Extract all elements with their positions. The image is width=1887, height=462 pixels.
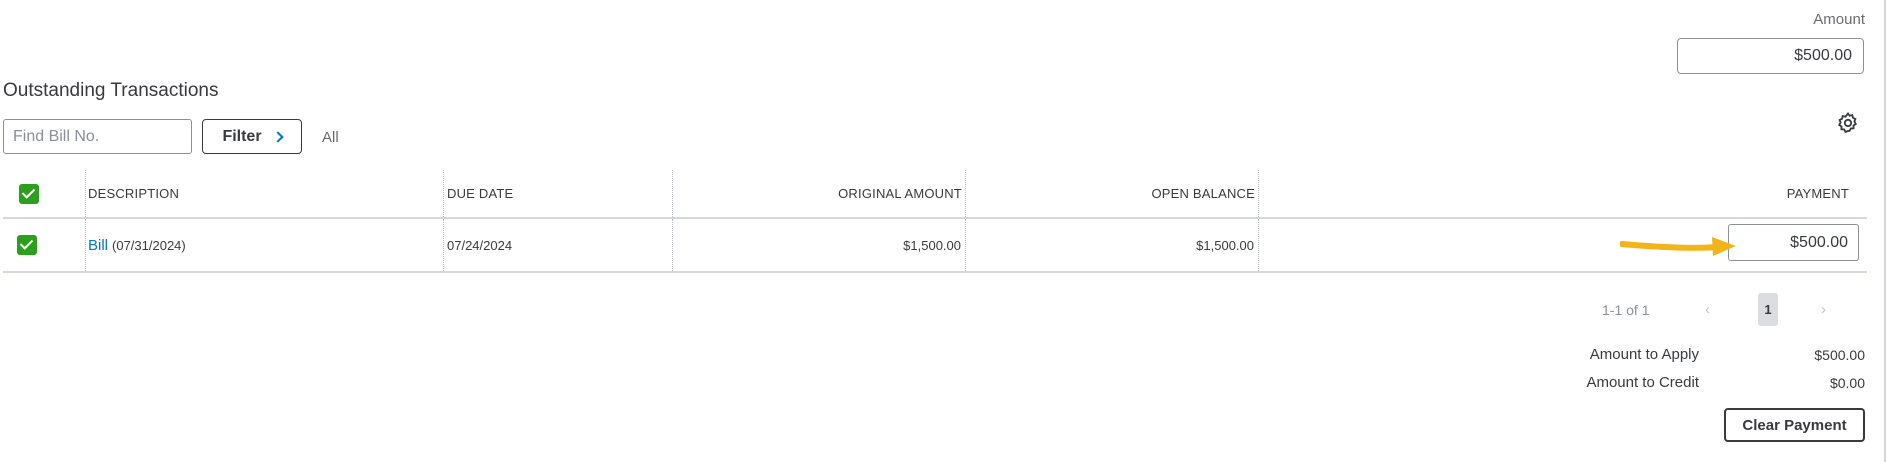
row-checkbox[interactable] xyxy=(17,235,37,255)
amount-label: Amount xyxy=(1813,11,1865,28)
header-description[interactable]: DESCRIPTION xyxy=(88,170,438,217)
amount-to-apply-label: Amount to Apply xyxy=(1589,346,1699,363)
right-border xyxy=(1884,0,1886,462)
clear-payment-button[interactable]: Clear Payment xyxy=(1724,408,1865,442)
chevron-right-icon xyxy=(271,131,284,143)
table-row: Bill (07/31/2024) 07/24/2024 $1,500.00 $… xyxy=(3,219,1867,273)
arrow-icon xyxy=(1620,237,1736,256)
amount-to-credit-value: $0.00 xyxy=(1829,375,1865,391)
amount-to-apply-value: $500.00 xyxy=(1814,347,1865,363)
bill-link[interactable]: Bill xyxy=(88,237,108,254)
filter-status: All xyxy=(322,129,339,146)
page-button-current[interactable]: 1 xyxy=(1758,293,1778,326)
amount-to-credit-label: Amount to Credit xyxy=(1586,374,1699,391)
payment-input[interactable] xyxy=(1728,224,1859,261)
select-all-checkbox[interactable] xyxy=(19,183,39,204)
amount-field[interactable] xyxy=(1677,38,1864,74)
header-original-amount[interactable]: ORIGINAL AMOUNT xyxy=(675,170,962,217)
description-cell: Bill (07/31/2024) xyxy=(88,219,438,271)
original-amount-cell: $1,500.00 xyxy=(903,237,961,253)
gear-icon[interactable] xyxy=(1836,111,1860,135)
filter-button[interactable]: Filter xyxy=(202,119,302,154)
section-title: Outstanding Transactions xyxy=(3,80,219,101)
due-date-cell: 07/24/2024 xyxy=(447,237,513,253)
header-due-date[interactable]: DUE DATE xyxy=(447,170,667,217)
pagination-range: 1-1 of 1 xyxy=(1602,302,1650,318)
table-header: DESCRIPTION DUE DATE ORIGINAL AMOUNT OPE… xyxy=(3,170,1867,219)
header-payment[interactable]: PAYMENT xyxy=(1261,170,1849,217)
find-bill-input[interactable] xyxy=(3,119,192,154)
chevron-right-icon[interactable]: › xyxy=(1821,301,1826,318)
open-balance-cell: $1,500.00 xyxy=(1196,237,1254,253)
header-open-balance[interactable]: OPEN BALANCE xyxy=(968,170,1255,217)
filter-label: Filter xyxy=(222,127,262,145)
chevron-left-icon[interactable]: ‹ xyxy=(1705,301,1710,318)
bill-date: (07/31/2024) xyxy=(112,237,186,253)
